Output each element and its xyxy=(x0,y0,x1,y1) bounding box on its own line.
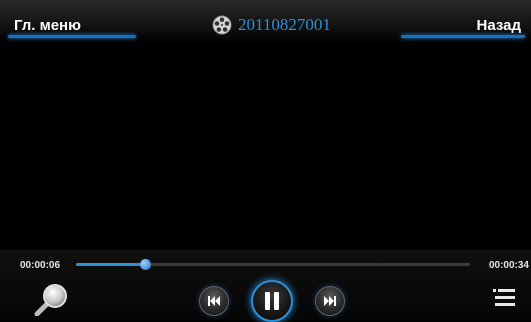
film-reel-icon xyxy=(212,15,232,35)
previous-button[interactable] xyxy=(199,286,229,316)
control-bar: 00:00:06 00:00:34 xyxy=(0,250,531,322)
search-button[interactable] xyxy=(34,282,70,317)
main-menu-button[interactable]: Гл. меню xyxy=(8,8,136,38)
magnifier-icon xyxy=(34,284,67,317)
total-time: 00:00:34 xyxy=(488,260,529,271)
seek-bar[interactable] xyxy=(76,259,470,270)
top-bar: Гл. меню 20110827001 Назад xyxy=(0,0,531,44)
seek-thumb[interactable] xyxy=(140,259,152,270)
current-time: 00:00:06 xyxy=(20,260,61,271)
pause-button[interactable] xyxy=(251,280,293,322)
video-title: 20110827001 xyxy=(238,15,331,34)
skip-back-icon xyxy=(208,296,220,306)
list-menu-icon xyxy=(493,289,515,306)
video-area[interactable] xyxy=(8,44,523,250)
next-button[interactable] xyxy=(315,286,345,316)
back-button[interactable]: Назад xyxy=(401,8,525,38)
back-underline xyxy=(401,35,525,38)
seek-bar-fill xyxy=(76,263,146,266)
skip-forward-icon xyxy=(324,296,336,306)
main-menu-underline xyxy=(8,35,136,38)
menu-list-button[interactable] xyxy=(492,288,516,308)
title-area: 20110827001 xyxy=(212,10,331,40)
pause-icon xyxy=(265,292,279,310)
